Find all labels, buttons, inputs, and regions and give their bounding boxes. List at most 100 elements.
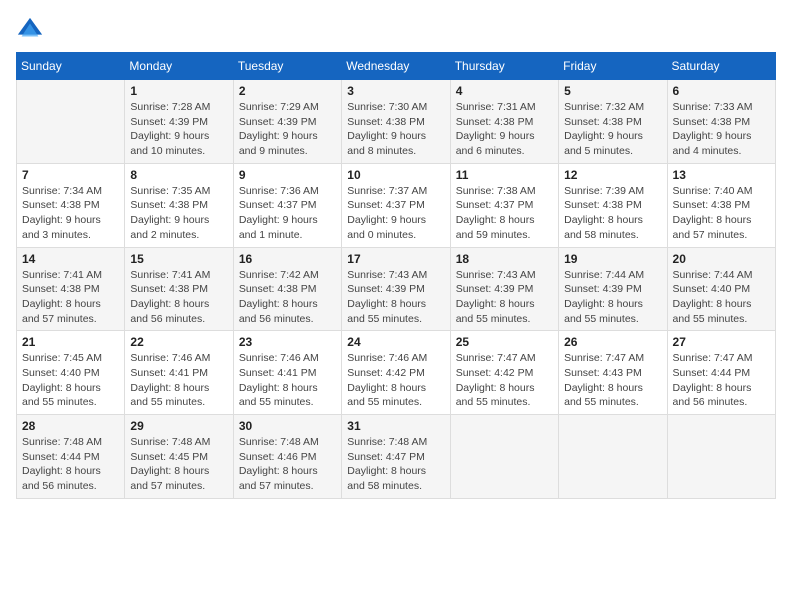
day-info: Sunrise: 7:43 AMSunset: 4:39 PMDaylight:… [347,268,444,327]
day-number: 10 [347,168,444,182]
calendar-cell [559,415,667,499]
header-row: SundayMondayTuesdayWednesdayThursdayFrid… [17,53,776,80]
calendar-cell: 31 Sunrise: 7:48 AMSunset: 4:47 PMDayligh… [342,415,450,499]
day-number: 6 [673,84,770,98]
day-info: Sunrise: 7:44 AMSunset: 4:40 PMDaylight:… [673,268,770,327]
calendar-cell: 20 Sunrise: 7:44 AMSunset: 4:40 PMDayligh… [667,247,775,331]
day-info: Sunrise: 7:28 AMSunset: 4:39 PMDaylight:… [130,100,227,159]
calendar-cell: 24Sunrise: 7:46 AMSunset: 4:42 PMDayligh… [342,331,450,415]
day-number: 14 [22,252,119,266]
calendar-cell [667,415,775,499]
calendar-cell: 4Sunrise: 7:31 AMSunset: 4:38 PMDaylight… [450,80,558,164]
day-info: Sunrise: 7:47 AMSunset: 4:44 PMDaylight:… [673,351,770,410]
day-info: Sunrise: 7:37 AMSunset: 4:37 PMDaylight:… [347,184,444,243]
calendar-cell: 5Sunrise: 7:32 AMSunset: 4:38 PMDaylight… [559,80,667,164]
calendar-cell: 3 Sunrise: 7:30 AMSunset: 4:38 PMDaylight… [342,80,450,164]
calendar-cell [450,415,558,499]
calendar-cell: 21 Sunrise: 7:45 AMSunset: 4:40 PMDayligh… [17,331,125,415]
day-info: Sunrise: 7:46 AMSunset: 4:41 PMDaylight:… [130,351,227,410]
calendar-cell: 28Sunrise: 7:48 AMSunset: 4:44 PMDayligh… [17,415,125,499]
day-info: Sunrise: 7:45 AMSunset: 4:40 PMDaylight:… [22,351,119,410]
calendar-cell: 9 Sunrise: 7:36 AMSunset: 4:37 PMDaylight… [233,163,341,247]
day-number: 12 [564,168,661,182]
week-row-5: 28Sunrise: 7:48 AMSunset: 4:44 PMDayligh… [17,415,776,499]
calendar-cell: 19Sunrise: 7:44 AMSunset: 4:39 PMDayligh… [559,247,667,331]
day-info: Sunrise: 7:40 AMSunset: 4:38 PMDaylight:… [673,184,770,243]
day-number: 25 [456,335,553,349]
header-sunday: Sunday [17,53,125,80]
calendar-cell: 8Sunrise: 7:35 AMSunset: 4:38 PMDaylight… [125,163,233,247]
day-number: 3 [347,84,444,98]
calendar-cell: 29 Sunrise: 7:48 AMSunset: 4:45 PMDayligh… [125,415,233,499]
page-header [16,16,776,44]
day-number: 29 [130,419,227,433]
calendar-cell: 17 Sunrise: 7:43 AMSunset: 4:39 PMDayligh… [342,247,450,331]
day-number: 15 [130,252,227,266]
calendar-cell: 22 Sunrise: 7:46 AMSunset: 4:41 PMDayligh… [125,331,233,415]
calendar-cell: 30 Sunrise: 7:48 AMSunset: 4:46 PMDayligh… [233,415,341,499]
calendar-cell: 14 Sunrise: 7:41 AMSunset: 4:38 PMDayligh… [17,247,125,331]
calendar-cell: 11 Sunrise: 7:38 AMSunset: 4:37 PMDayligh… [450,163,558,247]
day-number: 2 [239,84,336,98]
day-number: 30 [239,419,336,433]
calendar-cell: 7Sunrise: 7:34 AMSunset: 4:38 PMDaylight… [17,163,125,247]
day-info: Sunrise: 7:47 AMSunset: 4:42 PMDaylight:… [456,351,553,410]
day-info: Sunrise: 7:48 AMSunset: 4:46 PMDaylight:… [239,435,336,494]
day-info: Sunrise: 7:36 AMSunset: 4:37 PMDaylight:… [239,184,336,243]
day-number: 27 [673,335,770,349]
day-info: Sunrise: 7:33 AMSunset: 4:38 PMDaylight:… [673,100,770,159]
day-info: Sunrise: 7:41 AMSunset: 4:38 PMDaylight:… [22,268,119,327]
day-info: Sunrise: 7:41 AMSunset: 4:38 PMDaylight:… [130,268,227,327]
day-number: 21 [22,335,119,349]
day-info: Sunrise: 7:39 AMSunset: 4:38 PMDaylight:… [564,184,661,243]
day-info: Sunrise: 7:48 AMSunset: 4:44 PMDaylight:… [22,435,119,494]
day-number: 26 [564,335,661,349]
header-saturday: Saturday [667,53,775,80]
day-info: Sunrise: 7:47 AMSunset: 4:43 PMDaylight:… [564,351,661,410]
logo [16,16,48,44]
day-info: Sunrise: 7:42 AMSunset: 4:38 PMDaylight:… [239,268,336,327]
header-wednesday: Wednesday [342,53,450,80]
calendar-cell: 23 Sunrise: 7:46 AMSunset: 4:41 PMDayligh… [233,331,341,415]
day-info: Sunrise: 7:48 AMSunset: 4:45 PMDaylight:… [130,435,227,494]
day-number: 1 [130,84,227,98]
day-info: Sunrise: 7:32 AMSunset: 4:38 PMDaylight:… [564,100,661,159]
day-number: 9 [239,168,336,182]
calendar-cell: 15 Sunrise: 7:41 AMSunset: 4:38 PMDayligh… [125,247,233,331]
calendar-table: SundayMondayTuesdayWednesdayThursdayFrid… [16,52,776,499]
day-info: Sunrise: 7:48 AMSunset: 4:47 PMDaylight:… [347,435,444,494]
header-thursday: Thursday [450,53,558,80]
calendar-cell: 27 Sunrise: 7:47 AMSunset: 4:44 PMDayligh… [667,331,775,415]
day-info: Sunrise: 7:31 AMSunset: 4:38 PMDaylight:… [456,100,553,159]
week-row-3: 14 Sunrise: 7:41 AMSunset: 4:38 PMDayligh… [17,247,776,331]
day-number: 11 [456,168,553,182]
day-number: 13 [673,168,770,182]
day-info: Sunrise: 7:43 AMSunset: 4:39 PMDaylight:… [456,268,553,327]
calendar-cell: 16Sunrise: 7:42 AMSunset: 4:38 PMDayligh… [233,247,341,331]
day-number: 31 [347,419,444,433]
calendar-cell: 6 Sunrise: 7:33 AMSunset: 4:38 PMDaylight… [667,80,775,164]
day-number: 23 [239,335,336,349]
calendar-cell: 18 Sunrise: 7:43 AMSunset: 4:39 PMDayligh… [450,247,558,331]
day-info: Sunrise: 7:35 AMSunset: 4:38 PMDaylight:… [130,184,227,243]
day-info: Sunrise: 7:38 AMSunset: 4:37 PMDaylight:… [456,184,553,243]
calendar-cell: 1 Sunrise: 7:28 AMSunset: 4:39 PMDaylight… [125,80,233,164]
calendar-cell: 13 Sunrise: 7:40 AMSunset: 4:38 PMDayligh… [667,163,775,247]
calendar-cell: 2Sunrise: 7:29 AMSunset: 4:39 PMDaylight… [233,80,341,164]
day-info: Sunrise: 7:46 AMSunset: 4:42 PMDaylight:… [347,351,444,410]
header-monday: Monday [125,53,233,80]
calendar-cell: 25 Sunrise: 7:47 AMSunset: 4:42 PMDayligh… [450,331,558,415]
day-number: 22 [130,335,227,349]
logo-icon [16,16,44,44]
calendar-cell [17,80,125,164]
day-number: 17 [347,252,444,266]
week-row-1: 1 Sunrise: 7:28 AMSunset: 4:39 PMDaylight… [17,80,776,164]
calendar-cell: 10 Sunrise: 7:37 AMSunset: 4:37 PMDayligh… [342,163,450,247]
calendar-cell: 26 Sunrise: 7:47 AMSunset: 4:43 PMDayligh… [559,331,667,415]
day-number: 18 [456,252,553,266]
day-info: Sunrise: 7:46 AMSunset: 4:41 PMDaylight:… [239,351,336,410]
day-number: 20 [673,252,770,266]
week-row-4: 21 Sunrise: 7:45 AMSunset: 4:40 PMDayligh… [17,331,776,415]
day-number: 19 [564,252,661,266]
day-info: Sunrise: 7:30 AMSunset: 4:38 PMDaylight:… [347,100,444,159]
